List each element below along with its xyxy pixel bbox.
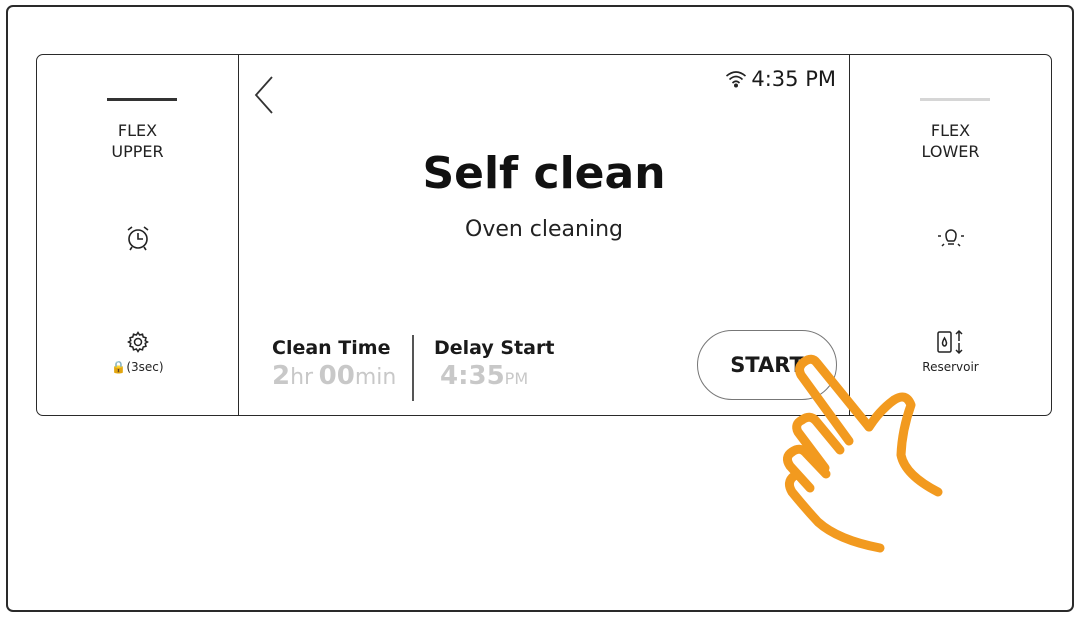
flex-upper-label-line2: UPPER	[111, 142, 164, 161]
chevron-left-icon	[254, 76, 273, 114]
status-bar: 4:35 PM	[725, 67, 836, 91]
flex-lower-label-line1: FLEX	[930, 121, 971, 140]
flex-lower-label-line2: LOWER	[921, 142, 980, 161]
wifi-icon	[726, 71, 747, 88]
main-screen: 4:35 PM Self clean Oven cleaning Clean T…	[238, 55, 850, 415]
flex-upper-label-line1: FLEX	[117, 121, 158, 140]
page-title: Self clean	[422, 148, 666, 199]
clock-time: 4:35 PM	[751, 67, 836, 91]
page-subtitle: Oven cleaning	[465, 217, 623, 242]
upper-zone-indicator	[107, 98, 177, 101]
pointing-hand-icon	[782, 354, 943, 553]
back-button[interactable]	[252, 75, 276, 115]
delay-start-setting[interactable]: Delay Start 4:35PM	[434, 337, 554, 391]
oven-light-icon[interactable]	[934, 220, 968, 258]
clean-time-setting[interactable]: Clean Time 2hr 00min	[272, 337, 396, 391]
flex-upper-button[interactable]: FLEX UPPER	[37, 120, 238, 162]
lock-label: 🔒(3sec)	[111, 360, 164, 374]
clean-time-value: 2hr 00min	[272, 361, 397, 391]
gear-icon[interactable]	[126, 330, 150, 358]
delay-start-label: Delay Start	[434, 337, 555, 359]
left-side-panel: FLEX UPPER 🔒(3sec)	[37, 55, 239, 415]
divider	[412, 335, 414, 401]
alarm-clock-icon[interactable]	[123, 223, 153, 257]
delay-start-value: 4:35PM	[440, 361, 529, 391]
clean-time-label: Clean Time	[272, 337, 391, 359]
lower-zone-indicator	[920, 98, 990, 101]
flex-lower-button[interactable]: FLEX LOWER	[850, 120, 1051, 162]
